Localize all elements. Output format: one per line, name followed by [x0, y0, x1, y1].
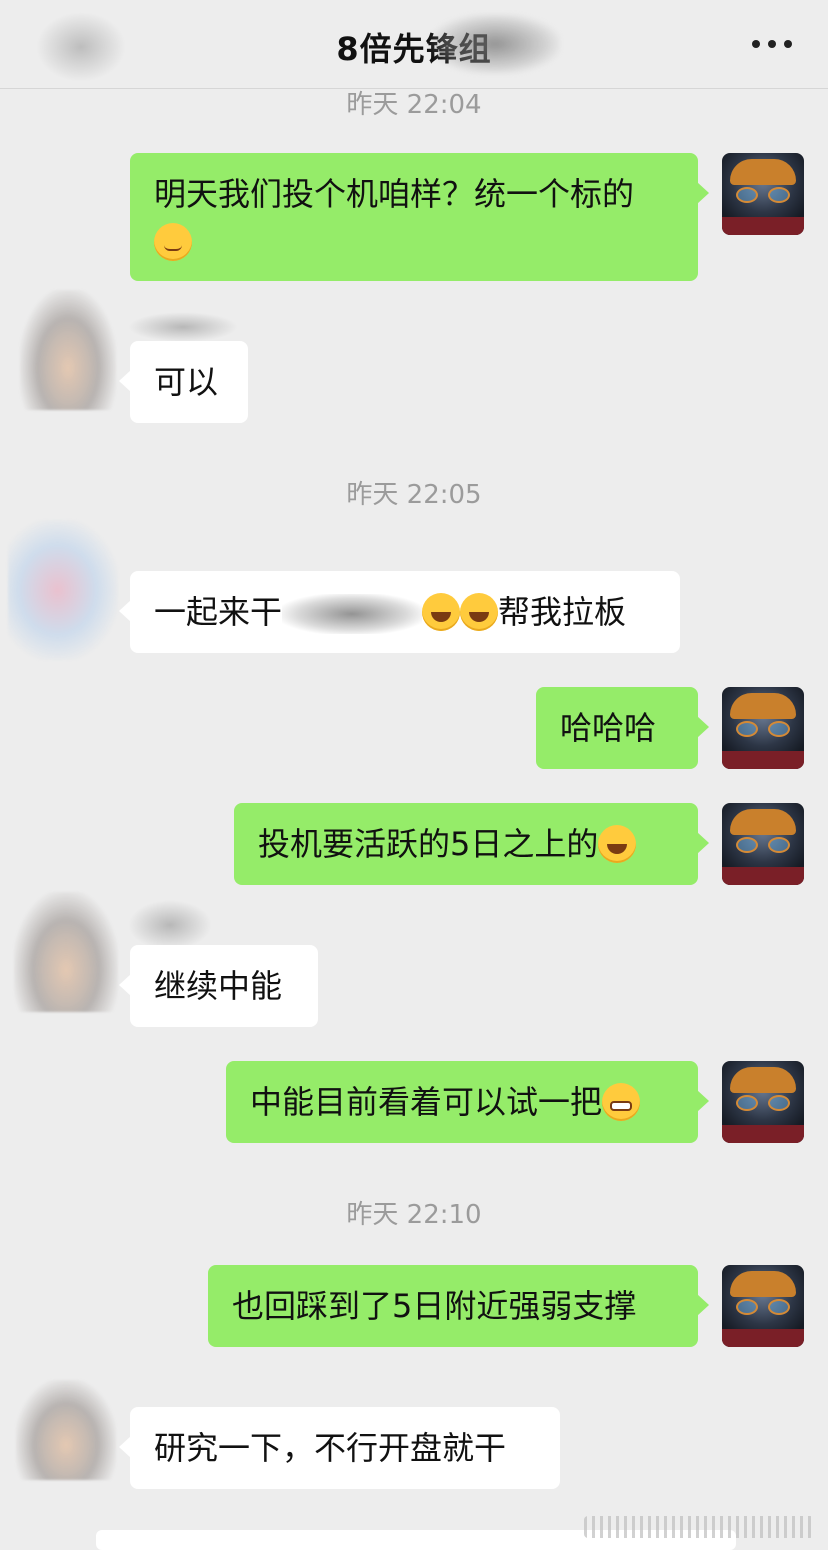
chat-title: 8倍先锋组: [336, 30, 492, 68]
laugh-cry-emoji-icon: [422, 593, 461, 631]
message-bubble-outgoing[interactable]: 哈哈哈: [536, 687, 709, 769]
message-text: 继续中能: [154, 967, 283, 1005]
message-text: 可以: [154, 363, 219, 401]
message-text: 帮我拉板: [498, 593, 627, 631]
message-bubble-outgoing[interactable]: 明天我们投个机咱样？统一个标的: [130, 153, 709, 281]
message-bubble-outgoing[interactable]: 也回踩到了5日附近强弱支撑: [208, 1265, 709, 1347]
message-bubble-outgoing[interactable]: 中能目前看着可以试一把: [226, 1061, 709, 1143]
watermark: [584, 1516, 814, 1538]
my-avatar[interactable]: [722, 803, 804, 885]
sender-name-redacted: [128, 312, 238, 342]
sender-avatar-redacted[interactable]: [8, 520, 118, 660]
timestamp: 昨天 22:05: [346, 480, 482, 510]
message-bubble-outgoing[interactable]: 投机要活跃的5日之上的: [234, 803, 709, 885]
sender-name-redacted: [128, 900, 212, 950]
my-avatar[interactable]: [722, 1265, 804, 1347]
more-dots-icon[interactable]: [752, 26, 792, 62]
title-redaction: [430, 14, 560, 74]
message-bubble-incoming[interactable]: 继续中能: [119, 945, 318, 1027]
timestamp: 昨天 22:04: [346, 90, 482, 120]
message-text: 中能目前看着可以试一把: [250, 1083, 603, 1121]
message-text: 一起来干: [154, 593, 283, 631]
timestamp: 昨天 22:10: [346, 1200, 482, 1230]
message-bubble-incoming[interactable]: 可以: [119, 341, 248, 423]
message-bubble-incoming[interactable]: 一起来干 帮我拉板: [119, 571, 680, 653]
text-redaction: [282, 594, 423, 634]
sender-avatar-redacted[interactable]: [20, 290, 116, 410]
laugh-cry-emoji-icon: [598, 825, 637, 863]
smirk-emoji-icon: [154, 223, 192, 261]
sender-avatar-redacted[interactable]: [16, 1380, 116, 1480]
sender-avatar-redacted[interactable]: [14, 892, 118, 1012]
message-text: 哈哈哈: [560, 709, 657, 747]
message-text: 投机要活跃的5日之上的: [258, 825, 599, 863]
laugh-cry-emoji-icon: [460, 593, 499, 631]
chat-header: 8倍先锋组: [0, 0, 828, 89]
my-avatar[interactable]: [722, 153, 804, 235]
message-text: 研究一下，不行开盘就干: [154, 1429, 507, 1467]
my-avatar[interactable]: [722, 1061, 804, 1143]
grin-emoji-icon: [602, 1083, 641, 1121]
message-text: 明天我们投个机咱样？统一个标的: [154, 175, 635, 213]
my-avatar[interactable]: [722, 687, 804, 769]
message-text: 也回踩到了5日附近强弱支撑: [232, 1287, 637, 1325]
message-bubble-incoming[interactable]: 研究一下，不行开盘就干: [119, 1407, 560, 1489]
